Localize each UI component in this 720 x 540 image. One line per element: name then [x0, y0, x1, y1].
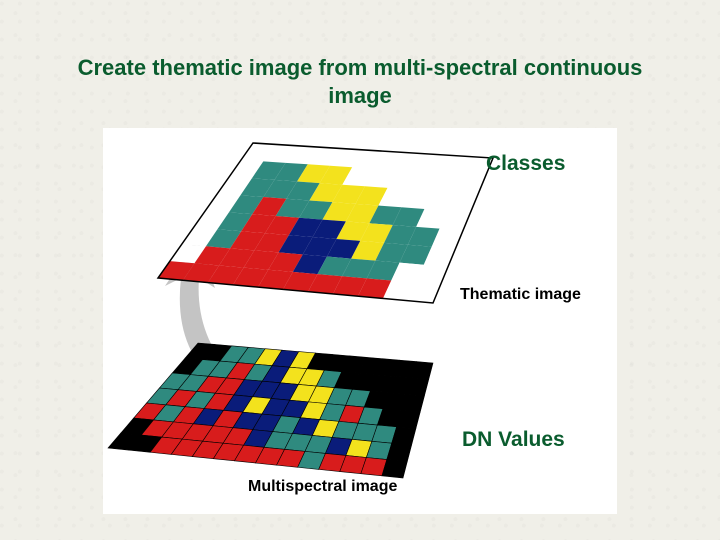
label-multispectral: Multispectral image — [248, 478, 397, 496]
diagram-svg — [103, 128, 617, 514]
slide-title: Create thematic image from multi-spectra… — [0, 54, 720, 109]
label-classes: Classes — [486, 152, 565, 176]
multispectral-image — [108, 343, 433, 478]
label-dn-values: DN Values — [462, 428, 565, 452]
thematic-image — [158, 143, 493, 303]
title-line-2: image — [328, 83, 392, 108]
label-thematic: Thematic image — [460, 286, 581, 304]
title-line-1: Create thematic image from multi-spectra… — [78, 55, 643, 80]
